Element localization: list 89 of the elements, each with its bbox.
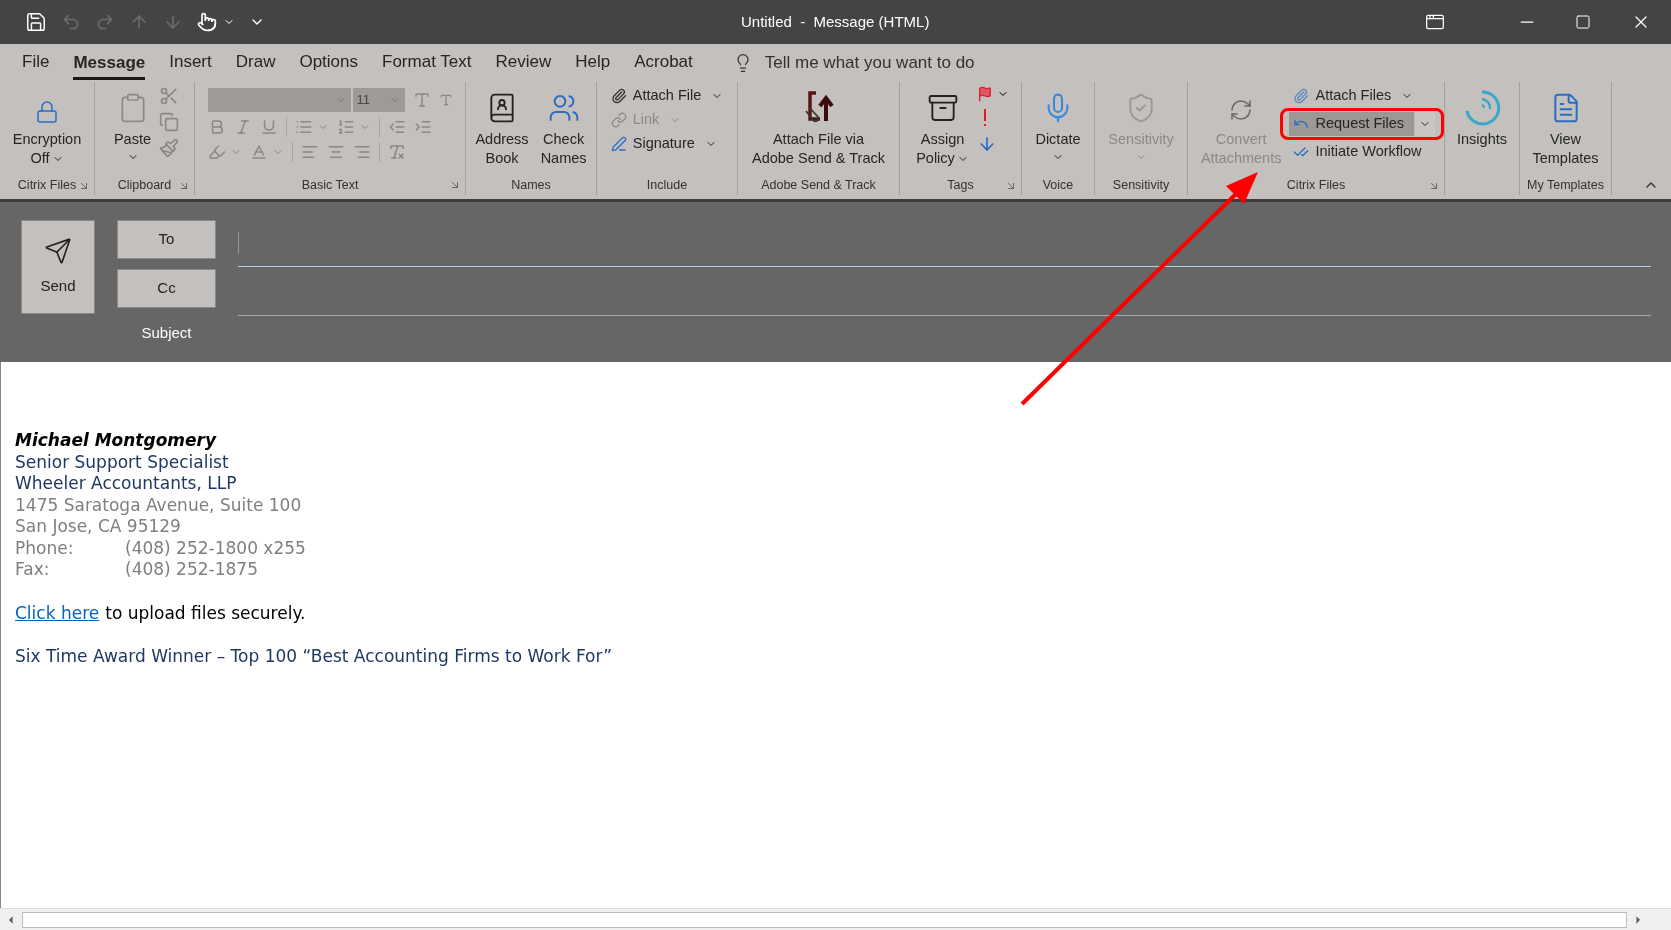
contact-value: (408) 252-1875 bbox=[125, 559, 258, 581]
send-icon bbox=[44, 236, 72, 265]
group-label: Include bbox=[646, 176, 688, 194]
ribbon-tab[interactable]: Acrobat bbox=[622, 44, 705, 82]
send-button[interactable]: Send bbox=[21, 220, 95, 314]
insights-icon bbox=[1463, 89, 1501, 127]
align-right-icon[interactable] bbox=[352, 143, 371, 161]
redo-icon[interactable] bbox=[95, 12, 115, 32]
pen-icon bbox=[610, 136, 627, 152]
paperclip-icon bbox=[610, 88, 627, 104]
font-name-field[interactable] bbox=[207, 88, 351, 112]
group-label: Basic Text bbox=[301, 176, 359, 194]
ribbon-button[interactable]: Attach File via Adobe Send & Track bbox=[748, 82, 889, 176]
sync-icon bbox=[1229, 98, 1254, 122]
group-label: Clipboard bbox=[117, 177, 172, 195]
dialog-launcher-icon[interactable] bbox=[78, 180, 90, 192]
numbered-list-icon[interactable] bbox=[336, 118, 355, 136]
group-label: Sensitivity bbox=[1112, 177, 1170, 195]
ribbon-button[interactable]: Attach File bbox=[606, 84, 728, 108]
horizontal-scrollbar[interactable] bbox=[0, 908, 1671, 930]
outdent-icon[interactable] bbox=[387, 118, 406, 136]
contact-value: (408) 252-1800 x255 bbox=[125, 537, 306, 559]
save-icon[interactable] bbox=[25, 11, 47, 33]
ribbon-tab[interactable]: File bbox=[10, 44, 62, 82]
scroll-thumb[interactable] bbox=[22, 911, 1627, 928]
ribbon-tab[interactable]: Draw bbox=[223, 44, 288, 82]
upload-link[interactable]: Click here bbox=[15, 602, 100, 624]
highlighter-icon[interactable] bbox=[207, 143, 226, 161]
dialog-launcher-icon[interactable] bbox=[1005, 180, 1017, 192]
signature-name: Michael Montgomery bbox=[15, 430, 218, 452]
maximize-icon[interactable] bbox=[1575, 14, 1591, 30]
paperclip-icon bbox=[1293, 88, 1310, 104]
ribbon-button[interactable]: Encryption Off bbox=[8, 82, 86, 176]
copy-icon[interactable] bbox=[159, 112, 180, 132]
group-label: Citrix Files bbox=[17, 177, 77, 195]
ribbon-tab[interactable]: Options bbox=[287, 44, 371, 82]
group-label: Names bbox=[511, 177, 551, 195]
group-label: Adobe Send & Track bbox=[761, 177, 876, 195]
lock-icon bbox=[35, 100, 59, 124]
ribbon-button[interactable]: Attach Files bbox=[1289, 84, 1418, 108]
font-color-icon[interactable] bbox=[249, 143, 268, 161]
ribbon-tab[interactable]: Format Text bbox=[370, 44, 484, 82]
clear-formatting-icon[interactable] bbox=[387, 143, 406, 161]
tell-me-field[interactable]: Tell me what you want to do bbox=[732, 50, 975, 76]
align-center-icon[interactable] bbox=[326, 143, 345, 161]
grow-font-icon[interactable] bbox=[412, 91, 431, 109]
signature-line: Wheeler Accountants, LLP bbox=[15, 473, 238, 495]
contact-label: Fax: bbox=[15, 559, 51, 581]
ribbon-tab[interactable]: Insert bbox=[157, 44, 224, 82]
ribbon-button[interactable]: Signature bbox=[606, 132, 721, 156]
align-left-icon[interactable] bbox=[300, 143, 319, 161]
body-text: to upload files securely. bbox=[105, 602, 306, 624]
ribbon-button[interactable]: Address Book bbox=[471, 82, 533, 176]
group-label: Citrix Files bbox=[1286, 177, 1346, 195]
ribbon-button[interactable]: Insights bbox=[1453, 82, 1511, 176]
dialog-launcher-icon[interactable] bbox=[449, 179, 461, 191]
ribbon-button[interactable]: Initiate Workflow bbox=[1289, 140, 1430, 164]
undo-icon[interactable] bbox=[61, 12, 81, 32]
dialog-launcher-icon[interactable] bbox=[1428, 180, 1440, 192]
subject-label: Subject bbox=[141, 323, 192, 343]
signature-line: Senior Support Specialist bbox=[15, 451, 230, 473]
ribbon-button[interactable]: View Templates bbox=[1528, 82, 1603, 176]
ribbon-tab[interactable]: Help bbox=[563, 44, 623, 82]
bullet-list-icon[interactable] bbox=[294, 118, 313, 136]
address-line: 1475 Saratoga Avenue, Suite 100 bbox=[15, 494, 303, 516]
ribbon-tab[interactable]: Review bbox=[483, 44, 564, 82]
ribbon-button[interactable]: Paste bbox=[109, 82, 156, 176]
ribbon-button[interactable]: Request Files bbox=[1289, 112, 1436, 136]
shrink-font-icon[interactable] bbox=[438, 93, 453, 107]
underline-icon[interactable] bbox=[259, 118, 278, 136]
ribbon-button[interactable]: Check Names bbox=[536, 82, 591, 176]
flag-icon[interactable] bbox=[976, 86, 993, 102]
group-label: Voice bbox=[1042, 177, 1074, 195]
cc-button[interactable]: Cc bbox=[117, 269, 216, 308]
dialog-launcher-icon[interactable] bbox=[178, 180, 190, 192]
award-text: Six Time Award Winner – Top 100 “Best Accounting Firms to Work For” bbox=[15, 646, 613, 668]
link-icon bbox=[610, 112, 627, 128]
ribbon-button[interactable]: Dictate bbox=[1031, 82, 1085, 176]
address-line: San Jose, CA 95129 bbox=[15, 516, 182, 538]
paintbrush-icon[interactable] bbox=[159, 138, 180, 158]
group-label: Tags bbox=[947, 177, 974, 195]
ribbon-button[interactable]: Assign Policy bbox=[912, 82, 973, 176]
to-button[interactable]: To bbox=[117, 220, 216, 259]
group-label: My Templates bbox=[1527, 177, 1604, 195]
window-title: Untitled - Message (HTML) bbox=[741, 11, 930, 32]
ribbon-display-icon[interactable] bbox=[1425, 12, 1445, 32]
touch-icon[interactable] bbox=[197, 12, 217, 32]
indent-icon[interactable] bbox=[413, 118, 432, 136]
contact-label: Phone: bbox=[15, 537, 75, 559]
